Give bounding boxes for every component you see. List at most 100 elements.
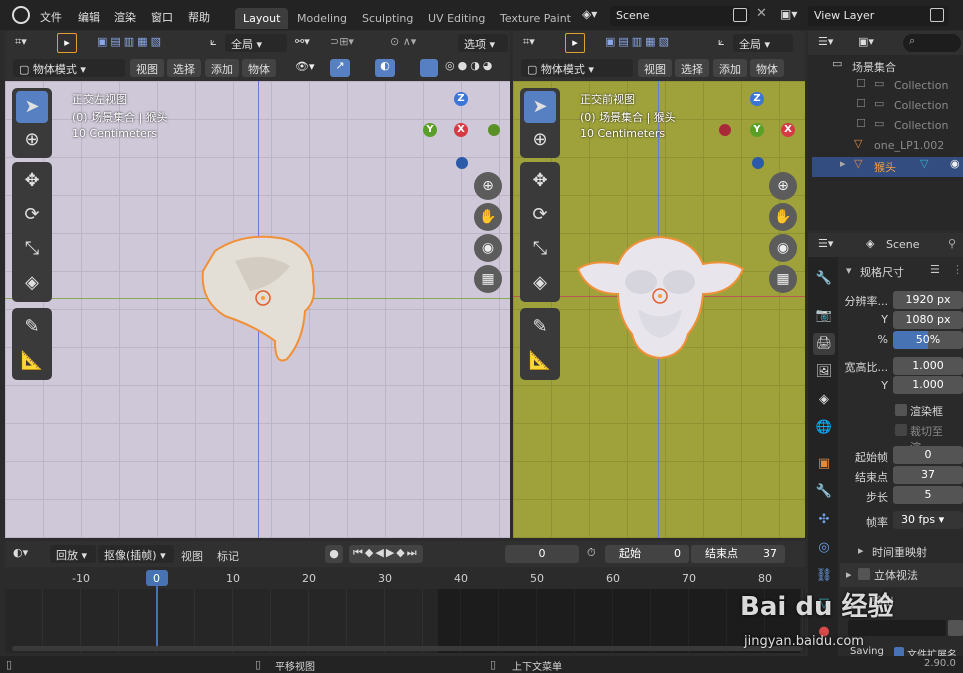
playhead-line[interactable] <box>156 586 158 646</box>
left-viewport[interactable]: 正交左视图 (0) 场景集合 | 猴头 10 Centimeters Z Y X… <box>5 81 510 538</box>
monkey-front-model[interactable] <box>573 234 748 362</box>
outliner-search-field[interactable]: ⌕ <box>903 34 961 52</box>
folder-icon[interactable] <box>948 620 963 636</box>
clock-icon[interactable]: ⏱ <box>587 546 596 560</box>
menu-edit[interactable]: 编辑 <box>78 9 100 25</box>
outliner-row[interactable]: ☐ ▭ Collection <box>812 77 963 97</box>
record-icon[interactable]: ● <box>325 545 343 563</box>
select-menu[interactable]: 选择 <box>167 59 201 77</box>
object-props-icon[interactable]: ▣ <box>813 453 835 475</box>
keying-menu[interactable]: 抠像(插帧) ▾ <box>98 545 174 563</box>
annotate-tool-icon[interactable]: ✎ <box>16 311 48 343</box>
visibility-icon[interactable]: 👁▾ <box>295 60 315 73</box>
grid-toggle-icon[interactable]: ▦ <box>474 265 502 293</box>
move-tool-icon-r[interactable]: ✥ <box>524 165 556 197</box>
resolution-x-field[interactable]: 1920 px <box>893 291 963 309</box>
gizmo-neg-z-icon[interactable] <box>456 157 468 169</box>
gizmo-z-icon[interactable]: Z <box>454 92 468 106</box>
gizmo-x-icon[interactable]: X <box>454 123 468 137</box>
close-scene-icon[interactable]: ✕ <box>756 6 767 21</box>
gizmo-y-icon-r[interactable]: Y <box>750 123 764 137</box>
view-layer-selector[interactable]: View Layer <box>808 6 948 26</box>
select-tool-icon-r[interactable]: ➤ <box>524 91 556 123</box>
scene-selector[interactable]: Scene <box>610 6 750 26</box>
gizmo-y-icon[interactable]: Y <box>423 123 437 137</box>
orientation-dropdown-r[interactable]: 全局 ▾ <box>733 34 793 52</box>
gizmo-x-icon-r[interactable]: X <box>781 123 795 137</box>
cursor-tool-icon[interactable]: ⊕ <box>16 124 48 156</box>
pin-icon[interactable]: ⚲ <box>948 237 956 250</box>
timeline-marker-menu[interactable]: 标记 <box>217 548 239 564</box>
gizmo-neg-x-icon-r[interactable] <box>719 124 731 136</box>
add-menu[interactable]: 添加 <box>205 59 239 77</box>
select-box-icon[interactable]: ▸ <box>57 33 77 53</box>
timeline-editor-icon[interactable]: ◐▾ <box>13 546 28 559</box>
grid-toggle-icon-r[interactable]: ▦ <box>769 265 797 293</box>
gizmo-z-icon-r[interactable]: Z <box>750 92 764 106</box>
editor-type-icon-r[interactable]: ⌗▾ <box>523 35 535 49</box>
xray-icon[interactable] <box>420 59 438 77</box>
blender-logo-icon[interactable] <box>12 6 30 24</box>
tab-sculpting[interactable]: Sculpting <box>354 8 421 29</box>
menu-file[interactable]: 文件 <box>40 9 62 25</box>
overlay-toggle-icon[interactable]: ◐ <box>375 59 395 77</box>
aspect-x-field[interactable]: 1.000 <box>893 357 963 375</box>
mode-dropdown-r[interactable]: ▢ 物体模式 ▾ <box>521 59 633 77</box>
move-tool-icon[interactable]: ✥ <box>16 165 48 197</box>
rotate-tool-icon-r[interactable]: ⟳ <box>524 199 556 231</box>
playback-controls[interactable]: ⏮◆◀▶◆⏭ <box>349 545 423 563</box>
tool-props-icon[interactable]: 🔧 <box>813 268 835 290</box>
gizmo-neg-z-icon-r[interactable] <box>752 157 764 169</box>
output-props-icon[interactable]: 🖨 <box>813 333 835 355</box>
outliner-type-icon[interactable]: ☰▾ <box>818 35 833 48</box>
physics-props-icon[interactable]: ◎ <box>813 537 835 559</box>
monkey-side-model[interactable] <box>195 231 330 366</box>
outliner-row-selected[interactable]: ▸ ▽ 猴头 ▽ ◉ <box>812 157 963 177</box>
orientation-icon-r[interactable]: ⟀ <box>718 35 725 49</box>
drag-handle-icon[interactable]: ⋮ <box>952 263 963 276</box>
zoom-icon[interactable]: ⊕ <box>474 172 502 200</box>
gizmo-toggle-icon[interactable]: ↗ <box>330 59 350 77</box>
frame-step-field[interactable]: 5 <box>893 486 963 504</box>
menu-window[interactable]: 窗口 <box>151 9 173 25</box>
dimensions-panel-header[interactable]: ▾ 规格尺寸 ☰ ⋮ <box>840 260 963 282</box>
proportional-edit-icon[interactable]: ⊙ ∧▾ <box>390 35 416 48</box>
render-region-checkbox[interactable] <box>895 404 907 416</box>
current-frame-field[interactable]: 0 <box>505 545 579 563</box>
stereoscopy-panel-header[interactable]: ▸ 立体视法 <box>840 563 963 587</box>
tab-texture-paint[interactable]: Texture Paint <box>492 8 579 29</box>
checkbox-icon[interactable]: ☐ <box>856 97 866 110</box>
scale-tool-icon[interactable]: ⤡ <box>16 233 48 265</box>
orientation-dropdown[interactable]: 全局 ▾ <box>225 34 287 52</box>
select-menu-r[interactable]: 选择 <box>675 59 709 77</box>
editor-type-icon[interactable]: ⌗▾ <box>15 35 27 49</box>
timeline-view-menu[interactable]: 视图 <box>181 548 203 564</box>
camera-icon[interactable]: ◉ <box>474 234 502 262</box>
crop-checkbox[interactable] <box>895 424 907 436</box>
add-menu-r[interactable]: 添加 <box>713 59 747 77</box>
list-icon[interactable]: ☰ <box>930 263 940 276</box>
outliner-row[interactable]: ▽ one_LP1.002 <box>812 137 963 157</box>
outliner-row[interactable]: ☐ ▭ Collection <box>812 97 963 117</box>
zoom-icon-r[interactable]: ⊕ <box>769 172 797 200</box>
properties-type-icon[interactable]: ☰▾ <box>818 237 833 250</box>
expand-icon[interactable]: ▸ <box>840 157 846 170</box>
shading-mode-icons[interactable]: ◎●◑◕ <box>445 59 495 72</box>
options-dropdown[interactable]: 选项 ▾ <box>458 34 508 52</box>
view-menu[interactable]: 视图 <box>130 59 164 77</box>
modifier-props-icon[interactable]: 🔧 <box>813 481 835 503</box>
mode-dropdown[interactable]: ▢ 物体模式 ▾ <box>13 59 125 77</box>
outliner-scene-collection[interactable]: ▭ 场景集合 <box>812 57 963 77</box>
annotate-tool-icon-r[interactable]: ✎ <box>524 311 556 343</box>
scale-tool-icon-r[interactable]: ⤡ <box>524 233 556 265</box>
cursor-tool-icon-r[interactable]: ⊕ <box>524 124 556 156</box>
object-menu[interactable]: 物体 <box>242 59 276 77</box>
frame-start-field[interactable]: 0 <box>893 446 963 464</box>
menu-help[interactable]: 帮助 <box>188 9 210 25</box>
aspect-y-field[interactable]: 1.000 <box>893 376 963 394</box>
new-view-layer-icon[interactable] <box>930 8 944 22</box>
tab-uv-editing[interactable]: UV Editing <box>420 8 493 29</box>
snap-icon[interactable]: ⊃⊞▾ <box>330 35 354 48</box>
particle-props-icon[interactable]: ✣ <box>813 509 835 531</box>
resolution-percent-slider[interactable]: 50% <box>893 331 963 349</box>
